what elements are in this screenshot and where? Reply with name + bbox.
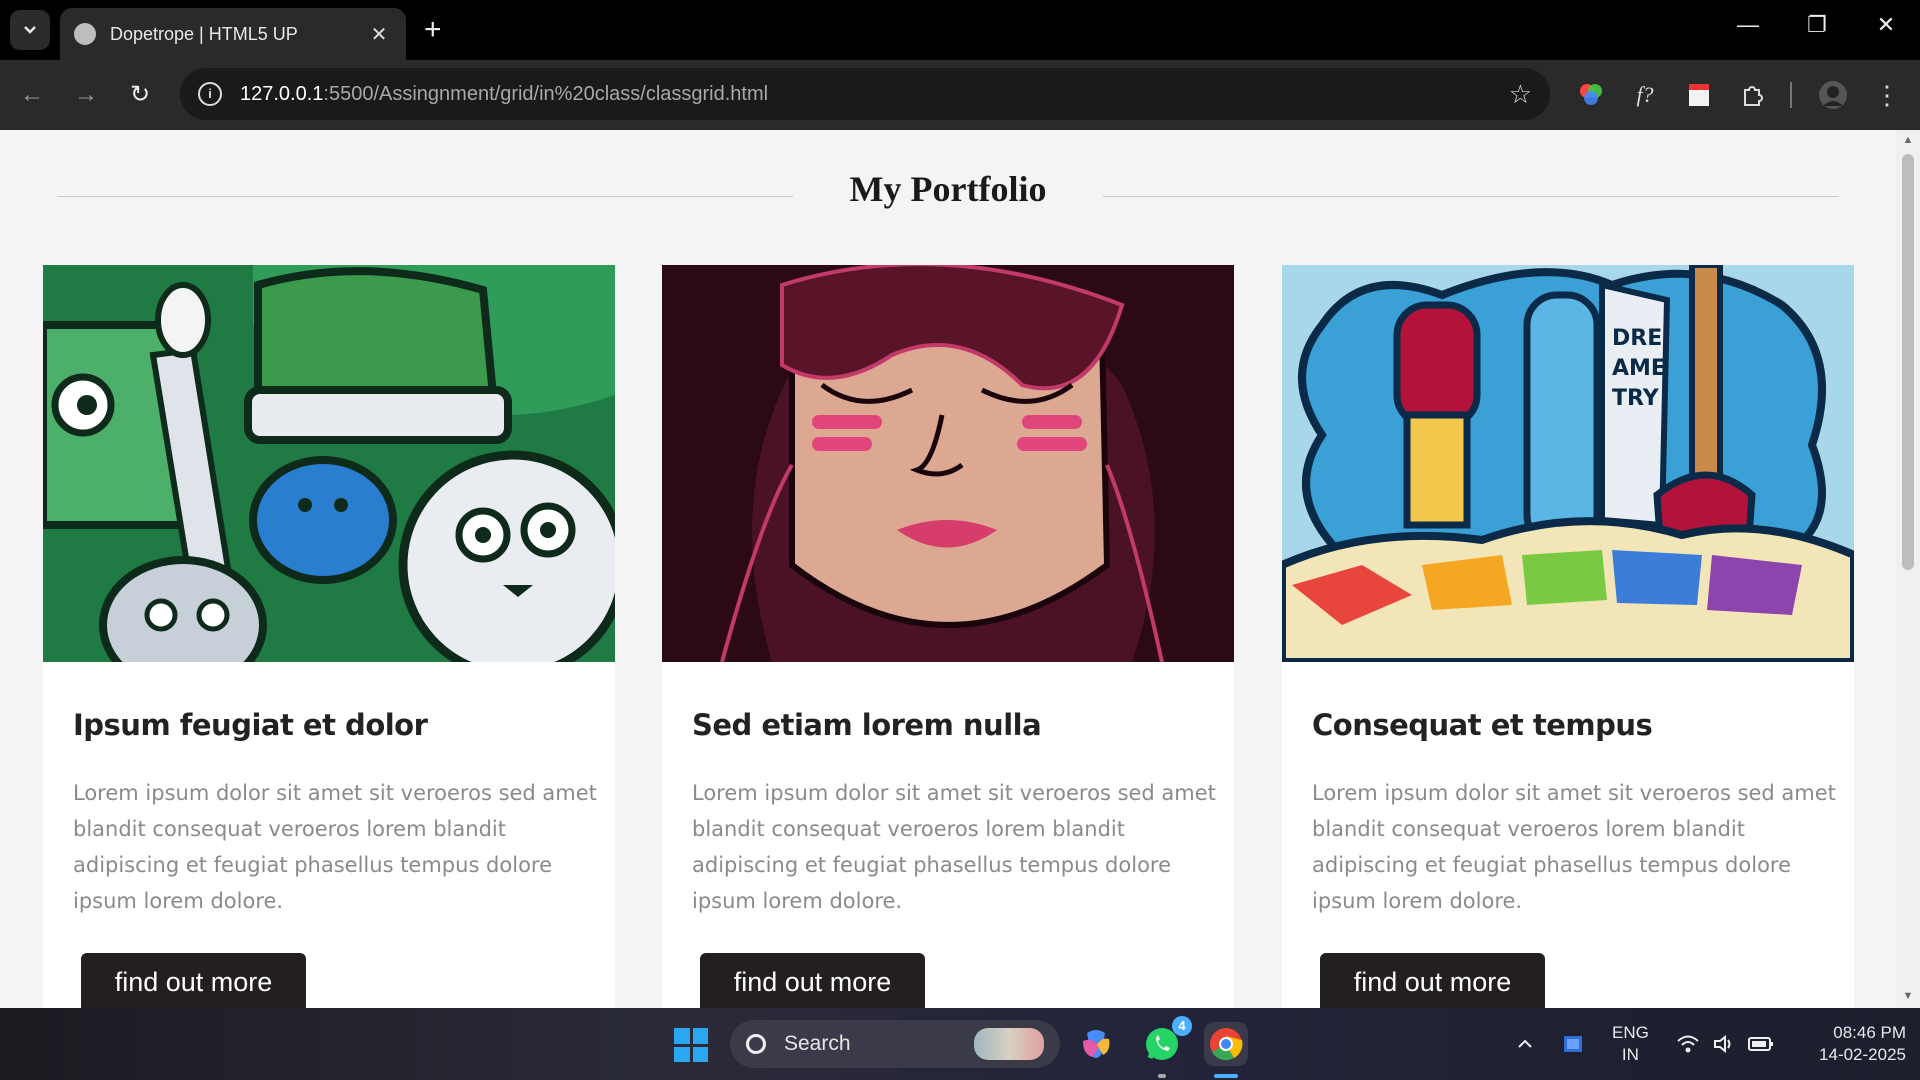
portfolio-card: Sed etiam lorem nulla Lorem ipsum dolor … <box>662 265 1234 1008</box>
doodle-art-supplies-image: DRE AME TRY <box>1282 265 1854 662</box>
doodle-animals-image <box>43 265 615 662</box>
restore-icon[interactable]: ❐ <box>1797 12 1837 38</box>
close-tab-icon[interactable]: ✕ <box>366 22 392 47</box>
tab-search-button[interactable] <box>10 10 50 50</box>
wifi-icon[interactable] <box>1676 1008 1700 1080</box>
menu-kebab-icon[interactable]: ⋮ <box>1870 78 1904 112</box>
scroll-up-arrow-icon[interactable]: ▲ <box>1900 134 1916 146</box>
store-tray-icon[interactable] <box>1562 1008 1584 1080</box>
clock-time: 08:46 PM <box>1833 1023 1906 1042</box>
card-text: Lorem ipsum dolor sit amet sit veroeros … <box>73 781 597 913</box>
find-out-more-button[interactable]: find out more <box>700 953 925 1008</box>
site-info-icon[interactable]: i <box>198 82 222 106</box>
chevron-down-icon <box>24 26 36 34</box>
toolbar-divider <box>1790 82 1792 108</box>
tab-title: Dopetrope | HTML5 UP <box>110 23 298 44</box>
portfolio-header: My Portfolio <box>58 168 1838 218</box>
close-window-icon[interactable]: ✕ <box>1866 12 1906 38</box>
globe-icon <box>74 23 96 45</box>
chrome-icon[interactable] <box>1204 1022 1248 1066</box>
browser-tab-strip: Dopetrope | HTML5 UP ✕ + — ❐ ✕ <box>0 0 1920 60</box>
battery-icon[interactable] <box>1748 1008 1774 1080</box>
girl-portrait-image <box>662 265 1234 662</box>
extensions-puzzle-icon[interactable] <box>1736 78 1770 112</box>
url-host: 127.0.0.1 <box>240 82 324 105</box>
card-title: Consequat et tempus <box>1312 708 1653 742</box>
web-page: My Portfolio Ipsum feugiat et dolor Lore… <box>0 130 1920 1008</box>
search-icon <box>746 1034 766 1054</box>
scroll-down-arrow-icon[interactable]: ▼ <box>1900 990 1916 1002</box>
svg-text:DRE: DRE <box>1612 326 1662 351</box>
page-scrollbar[interactable]: ▲ ▼ <box>1896 130 1920 1008</box>
address-bar[interactable]: i 127.0.0.1:5500/Assingnment/grid/in%20c… <box>180 68 1550 120</box>
search-label: Search <box>784 1032 851 1055</box>
copilot-icon[interactable] <box>1074 1022 1118 1066</box>
color-picker-extension-icon[interactable] <box>1574 78 1608 112</box>
font-finder-extension-icon[interactable]: f? <box>1628 78 1662 112</box>
whatsapp-icon[interactable]: 4 <box>1140 1016 1192 1066</box>
card-text: Lorem ipsum dolor sit amet sit veroeros … <box>1312 781 1836 913</box>
card-title: Ipsum feugiat et dolor <box>73 708 428 742</box>
search-highlight-image <box>974 1028 1044 1060</box>
system-clock[interactable]: 08:46 PM 14-02-2025 <box>1790 1022 1906 1066</box>
reload-button[interactable]: ↻ <box>122 77 158 113</box>
browser-toolbar: ← → ↻ i 127.0.0.1:5500/Assingnment/grid/… <box>0 60 1920 130</box>
find-out-more-button[interactable]: find out more <box>1320 953 1545 1008</box>
page-title: My Portfolio <box>849 169 1047 209</box>
scrollbar-thumb[interactable] <box>1902 154 1914 570</box>
bookmark-star-icon[interactable]: ☆ <box>1509 79 1532 110</box>
language-indicator[interactable]: ENG IN <box>1612 1022 1649 1066</box>
portfolio-card: Ipsum feugiat et dolor Lorem ipsum dolor… <box>43 265 615 1008</box>
lang-code: ENG <box>1612 1023 1649 1042</box>
forward-button[interactable]: → <box>68 77 104 113</box>
back-button[interactable]: ← <box>14 77 50 113</box>
running-app-indicator <box>1158 1074 1166 1078</box>
browser-tab-active[interactable]: Dopetrope | HTML5 UP ✕ <box>60 8 406 60</box>
windows-start-icon[interactable] <box>674 1028 708 1062</box>
notification-badge: 4 <box>1172 1016 1192 1036</box>
heading-rule-right <box>1103 196 1838 197</box>
active-app-indicator <box>1214 1074 1238 1078</box>
card-title: Sed etiam lorem nulla <box>692 708 1042 742</box>
new-tab-button[interactable]: + <box>424 12 442 48</box>
svg-text:AME: AME <box>1612 356 1666 381</box>
svg-text:TRY: TRY <box>1612 386 1660 411</box>
profile-avatar[interactable] <box>1816 78 1850 112</box>
url-path: :5500/Assingnment/grid/in%20class/classg… <box>323 82 769 105</box>
notes-extension-icon[interactable] <box>1682 78 1716 112</box>
clock-date: 14-02-2025 <box>1819 1045 1906 1064</box>
portfolio-card: DRE AME TRY Consequat et tempus Lorem ip… <box>1282 265 1854 1008</box>
find-out-more-button[interactable]: find out more <box>81 953 306 1008</box>
windows-taskbar: Search 4 ENG IN 08:46 PM 14-02-2025 <box>0 1008 1920 1080</box>
volume-icon[interactable] <box>1712 1008 1736 1080</box>
taskbar-search-box[interactable]: Search <box>730 1020 1060 1068</box>
card-text: Lorem ipsum dolor sit amet sit veroeros … <box>692 781 1216 913</box>
region-code: IN <box>1621 1045 1639 1064</box>
show-hidden-icons-button[interactable] <box>1516 1008 1534 1080</box>
minimize-icon[interactable]: — <box>1728 12 1768 38</box>
